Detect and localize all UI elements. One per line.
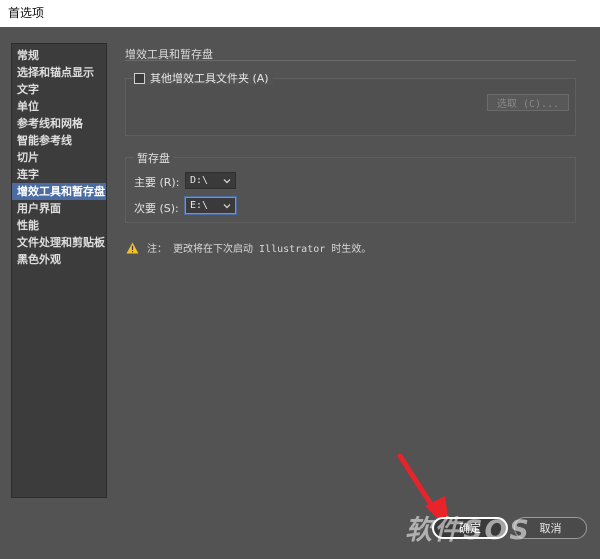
sidebar-item-user-interface[interactable]: 用户界面	[12, 200, 106, 217]
sidebar-item-type[interactable]: 文字	[12, 81, 106, 98]
sidebar-item-appearance-of-black[interactable]: 黑色外观	[12, 251, 106, 268]
scratch-disks-title: 暂存盘	[134, 150, 173, 166]
section-divider	[125, 60, 576, 61]
additional-plugins-folder-checkbox[interactable]	[134, 72, 145, 84]
primary-disk-select[interactable]: D:\	[185, 172, 236, 189]
sidebar-item-guides-grid[interactable]: 参考线和网格	[12, 115, 106, 132]
warning-icon	[126, 242, 139, 253]
secondary-disk-label: 次要 (S):	[134, 202, 179, 215]
window-titlebar: 首选项	[0, 0, 600, 27]
sidebar-item-general[interactable]: 常规	[12, 47, 106, 64]
sidebar-item-selection-anchor-display[interactable]: 选择和锚点显示	[12, 64, 106, 81]
watermark-logo: 软件SOS	[405, 515, 531, 546]
primary-disk-label: 主要 (R):	[134, 176, 180, 189]
restart-note: 注： 更改将在下次启动 Illustrator 时生效。	[126, 240, 371, 255]
sidebar-item-hyphenation[interactable]: 连字	[12, 166, 106, 183]
additional-plugins-folder-option[interactable]: 其他增效工具文件夹 (A)	[134, 71, 273, 85]
sidebar-item-performance[interactable]: 性能	[12, 217, 106, 234]
sidebar-item-plugins-scratch-disks[interactable]: 增效工具和暂存盘	[12, 183, 106, 200]
secondary-disk-select[interactable]: E:\	[185, 197, 236, 214]
sidebar-item-units[interactable]: 单位	[12, 98, 106, 115]
additional-plugins-folder-label: 其他增效工具文件夹 (A)	[150, 72, 269, 85]
choose-folder-button[interactable]: 选取 (C)...	[487, 94, 569, 111]
primary-disk-value: D:\	[190, 175, 209, 186]
sidebar-item-smart-guides[interactable]: 智能参考线	[12, 132, 106, 149]
sidebar-item-slices[interactable]: 切片	[12, 149, 106, 166]
note-text: 注： 更改将在下次启动 Illustrator 时生效。	[147, 244, 372, 255]
window-title: 首选项	[8, 6, 45, 20]
secondary-disk-value: E:\	[190, 200, 209, 211]
preferences-sidebar: 常规 选择和锚点显示 文字 单位 参考线和网格 智能参考线 切片 连字 增效工具…	[11, 43, 107, 498]
sidebar-item-file-handling-clipboard[interactable]: 文件处理和剪贴板	[12, 234, 106, 251]
chevron-down-icon	[223, 179, 231, 184]
chevron-down-icon	[223, 204, 231, 209]
